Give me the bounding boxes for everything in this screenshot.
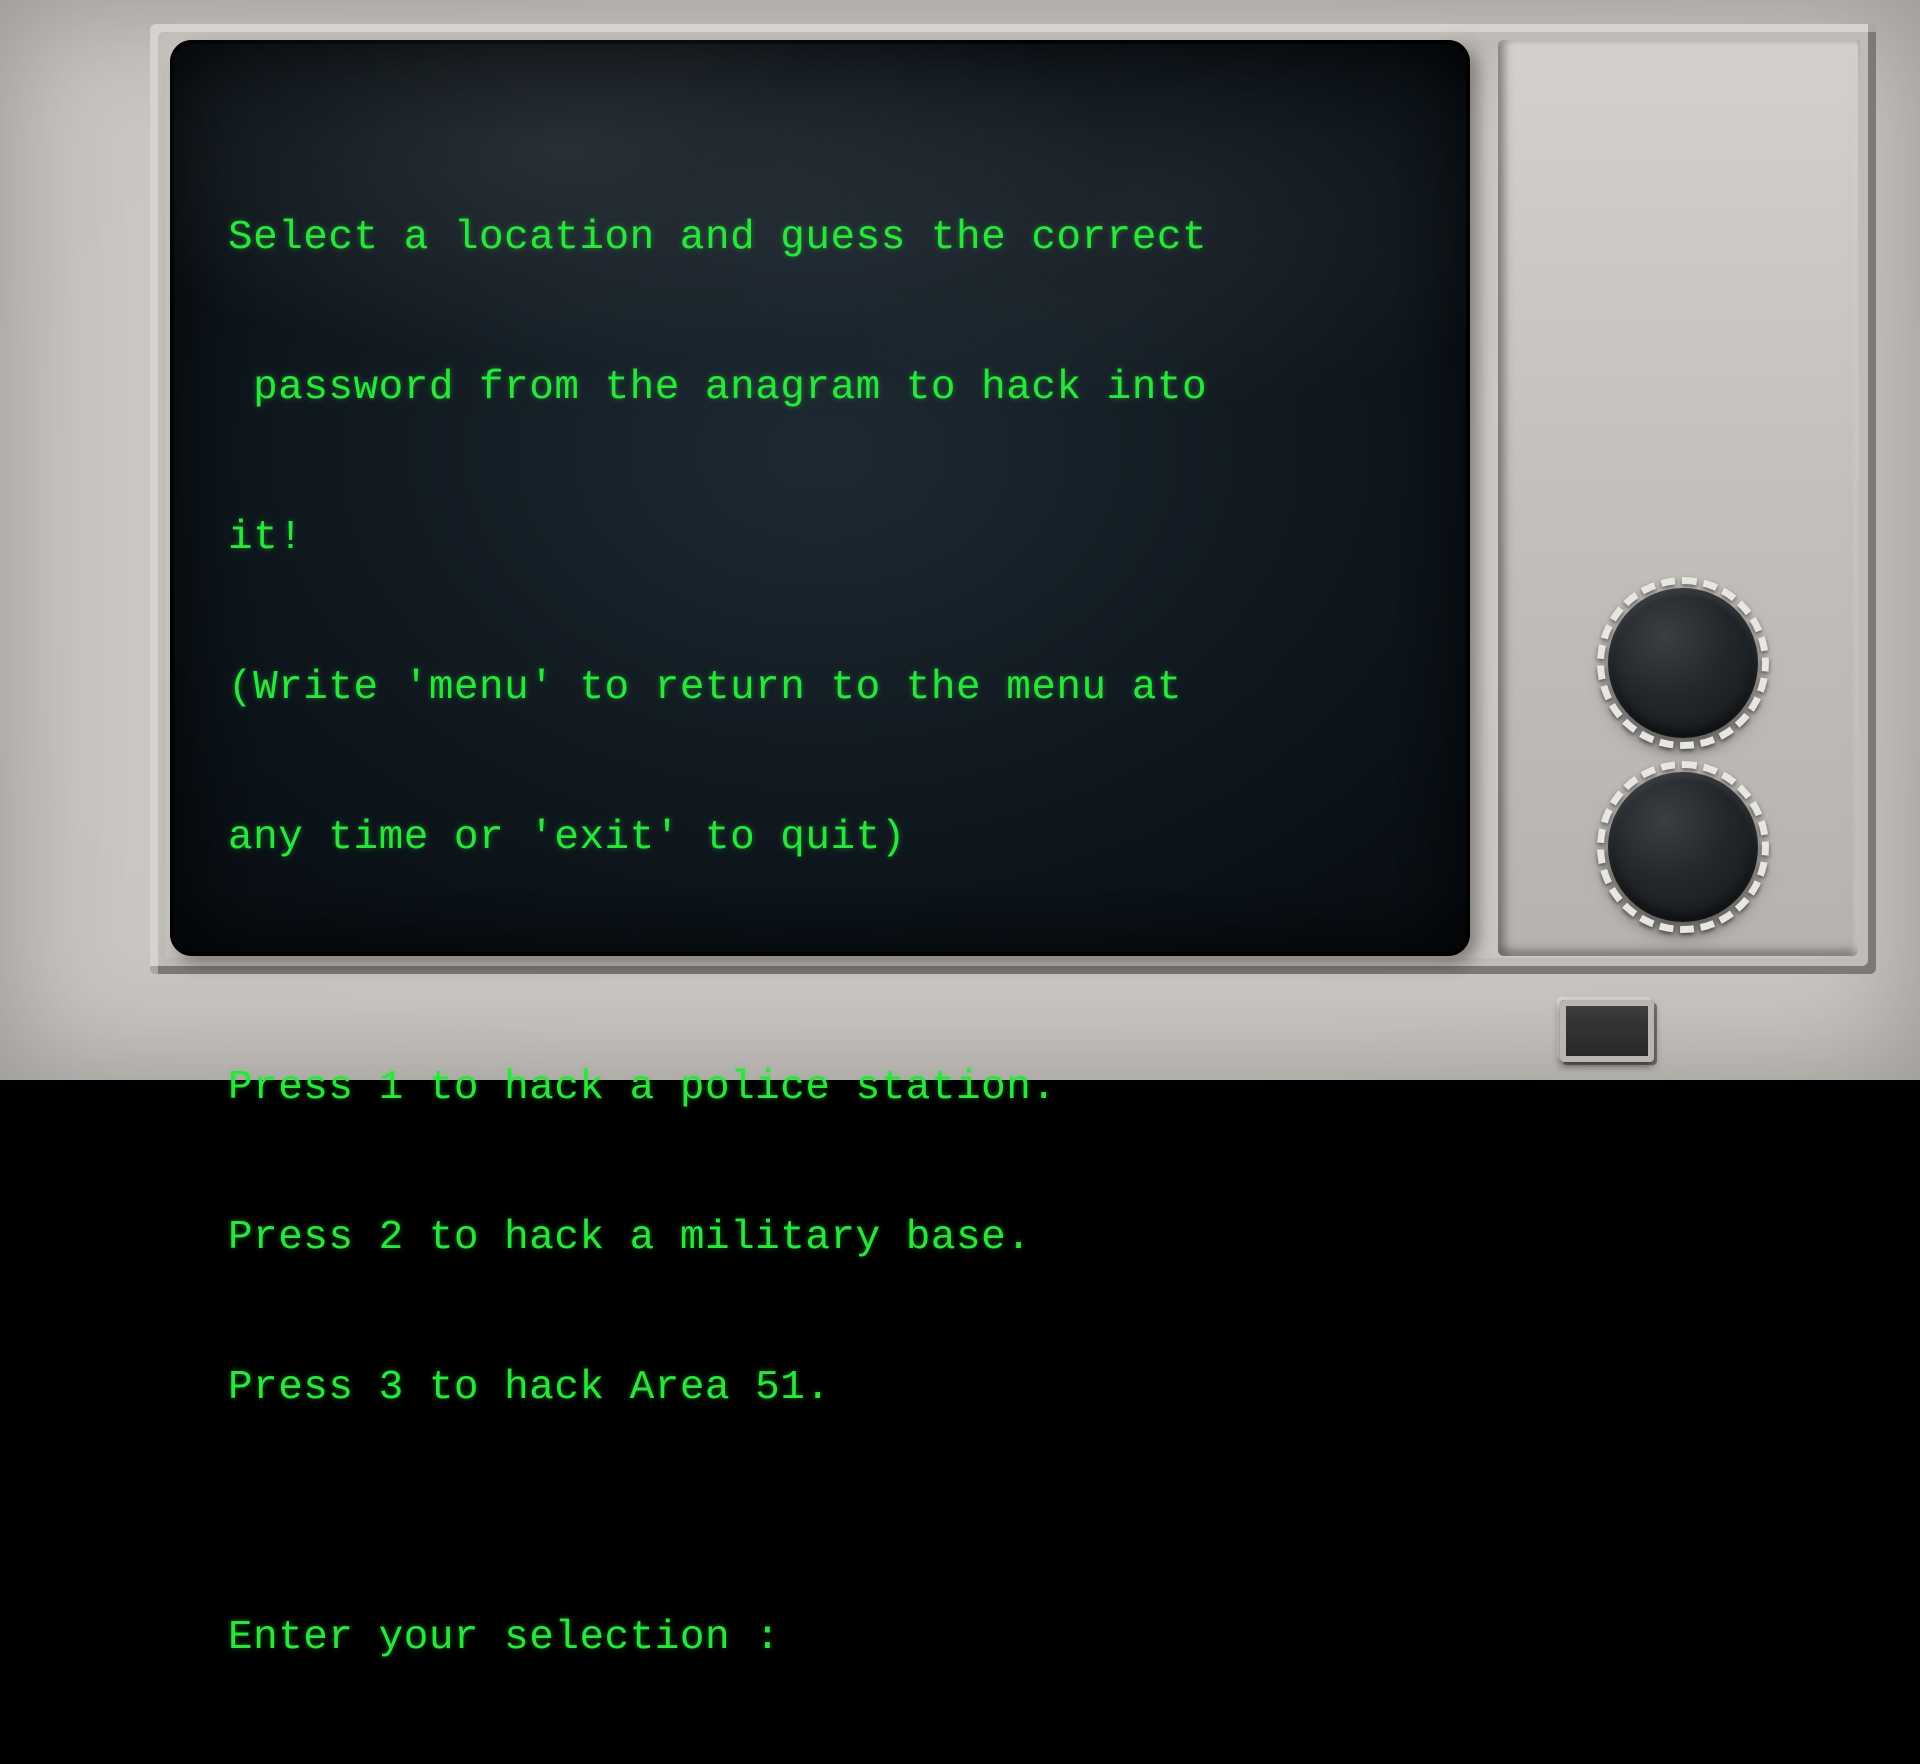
crt-monitor: Select a location and guess the correct … [0, 0, 1920, 1080]
terminal-line: any time or 'exit' to quit) [228, 813, 1430, 863]
terminal-option-1[interactable]: Press 1 to hack a police station. [228, 1063, 1430, 1113]
terminal-option-2[interactable]: Press 2 to hack a military base. [228, 1213, 1430, 1263]
terminal-line: Select a location and guess the correct [228, 213, 1430, 263]
terminal-line: password from the anagram to hack into [228, 363, 1430, 413]
terminal-line: (Write 'menu' to return to the menu at [228, 663, 1430, 713]
brightness-knob[interactable] [1608, 588, 1758, 738]
terminal-line: it! [228, 513, 1430, 563]
contrast-knob[interactable] [1608, 772, 1758, 922]
terminal-output: Select a location and guess the correct … [228, 113, 1430, 1764]
power-button[interactable] [1560, 1000, 1654, 1062]
control-panel [1498, 40, 1858, 956]
terminal-option-3[interactable]: Press 3 to hack Area 51. [228, 1363, 1430, 1413]
terminal-prompt[interactable]: Enter your selection : [228, 1613, 1430, 1663]
crt-screen[interactable]: Select a location and guess the correct … [170, 40, 1470, 956]
